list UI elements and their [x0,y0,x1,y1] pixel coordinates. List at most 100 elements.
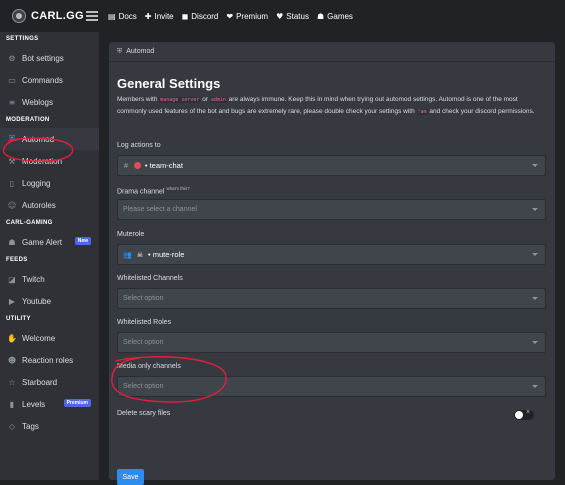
chevron-down-icon [532,253,538,256]
sidebar-item-label: Automod [22,134,55,144]
star-icon: ☆ [8,377,16,387]
sidebar-item-reaction-roles[interactable]: ☻ Reaction roles [0,349,99,371]
nav-label: Games [327,11,353,21]
brand-name: CARL.GG [31,10,84,22]
sidebar-item-label: Levels [22,399,46,409]
document-icon: ▯ [9,178,15,188]
nav-premium[interactable]: ❤ Premium [226,12,268,21]
premium-icon: ❤ [226,11,234,21]
nav-status[interactable]: ♥ Status [276,12,309,21]
delete-scary-files-toggle[interactable]: × [514,409,534,420]
permission-code: manage server [159,97,201,103]
drama-channel-placeholder: Please select a channel [123,206,197,213]
hammer-icon: ⚒ [8,156,16,166]
section-carl-gaming: CARL-GAMING [6,220,53,226]
sidebar-item-weblogs[interactable]: ≡ Weblogs [0,91,99,113]
top-nav-links: ▤ Docs ✚ Invite ◼ Discord ❤ Premium ♥ Status … [108,12,353,21]
users-icon: 👥 [123,250,132,259]
section-moderation: MODERATION [6,117,50,123]
hamburger-menu-icon[interactable] [86,11,98,21]
drama-channel-select[interactable]: Please select a channel [117,199,546,220]
sidebar-item-label: Youtube [22,296,52,306]
nav-label: Premium [236,11,269,21]
sidebar-item-starboard[interactable]: ☆ Starboard [0,371,99,393]
sidebar-item-automod[interactable]: ⛨ Automod [0,128,99,150]
chevron-down-icon [532,164,538,167]
carl-logo-icon [12,9,26,23]
youtube-icon: ▶ [8,296,16,306]
section-utility: UTILITY [6,316,31,322]
save-button[interactable]: Save [117,469,144,485]
sidebar-item-label: Welcome [22,333,56,343]
sidebar-item-bot-settings[interactable]: ⚙ Bot settings [0,47,99,69]
sidebar-item-logging[interactable]: ▯ Logging [0,172,99,194]
sidebar-item-label: Moderation [22,156,63,166]
terminal-icon: ▭ [8,75,16,85]
heart-icon: ♥ [276,11,284,21]
skull-icon: ☠ [136,250,143,259]
log-actions-select[interactable]: # • team-chat [117,155,546,176]
channel-avatar [133,162,141,169]
muterole-select[interactable]: 👥 ☠ • mute-role [117,244,546,265]
nav-discord[interactable]: ◼ Discord [182,12,219,21]
sidebar-item-label: Weblogs [22,97,53,107]
premium-badge: Premium [63,399,91,407]
sidebar: SETTINGS ⚙ Bot settings ▭ Commands ≡ Weblog… [0,32,99,480]
breadcrumb: Automod [126,48,155,55]
sidebar-item-label: Tags [22,421,39,431]
whitelisted-roles-select[interactable]: Select option [117,332,546,353]
shield-icon: ⛨ [117,47,123,55]
delete-scary-files-label: Delete scary files [117,410,171,417]
chart-icon: ▮ [9,399,15,409]
sidebar-item-twitch[interactable]: ◪ Twitch [0,268,99,290]
sidebar-item-commands[interactable]: ▭ Commands [0,69,99,91]
sidebar-item-label: Reaction roles [22,355,74,365]
chevron-down-icon [532,208,538,211]
sidebar-item-label: Bot settings [22,53,64,63]
toggle-knob [515,411,523,419]
whats-this-link[interactable]: what's this? [166,186,189,191]
section-feeds: FEEDS [6,257,28,263]
sidebar-item-label: Logging [22,178,51,188]
shield-icon: ⛨ [9,134,15,143]
sidebar-item-welcome[interactable]: ✋ Welcome [0,327,99,349]
user-icon: ☺ [7,200,17,210]
permission-code: admin [209,97,227,103]
sidebar-item-levels[interactable]: ▮ Levels Premium [0,393,99,415]
media-only-channels-select[interactable]: Select option [117,376,546,397]
nav-games[interactable]: ☗ Games [317,12,353,21]
tag-icon: ◇ [8,421,16,431]
sidebar-item-tags[interactable]: ◇ Tags [0,415,99,437]
description: Members with manage server or admin are … [117,96,535,115]
brand[interactable]: CARL.GG [0,9,100,23]
sidebar-item-autoroles[interactable]: ☺ Autoroles [0,194,99,216]
sidebar-item-label: Starboard [22,377,58,387]
close-icon: × [526,409,531,416]
whitelisted-channels-label: Whitelisted Channels [117,275,183,282]
media-only-channels-placeholder: Select option [123,383,164,390]
gamepad-icon: ☗ [316,11,325,21]
whitelisted-roles-label: Whitelisted Roles [117,319,172,326]
main-content: ⛨ Automod General Settings Members with … [99,32,565,485]
twitch-icon: ◪ [8,274,16,284]
gamepad-icon: ☗ [8,237,16,247]
sidebar-item-moderation[interactable]: ⚒ Moderation [0,150,99,172]
new-badge: New [74,237,91,245]
docs-icon: ▤ [108,11,116,21]
plus-icon: ✚ [144,11,152,21]
chevron-down-icon [532,385,538,388]
sidebar-item-label: Game Alert [22,237,63,247]
chevron-down-icon [532,341,538,344]
nav-label: Status [286,11,309,21]
panel-header: ⛨ Automod [109,42,555,62]
whitelisted-channels-placeholder: Select option [123,295,164,302]
sidebar-item-game-alert[interactable]: ☗ Game Alert New [0,231,99,253]
command-code: !am [416,109,428,115]
nav-invite[interactable]: ✚ Invite [145,12,174,21]
whitelisted-channels-select[interactable]: Select option [117,288,546,309]
nav-label: Docs [118,11,137,21]
nav-docs[interactable]: ▤ Docs [108,12,137,21]
media-only-channels-label: Media only channels [117,363,181,370]
sidebar-item-youtube[interactable]: ▶ Youtube [0,290,99,312]
drama-channel-label: Drama channel what's this? [117,186,190,196]
